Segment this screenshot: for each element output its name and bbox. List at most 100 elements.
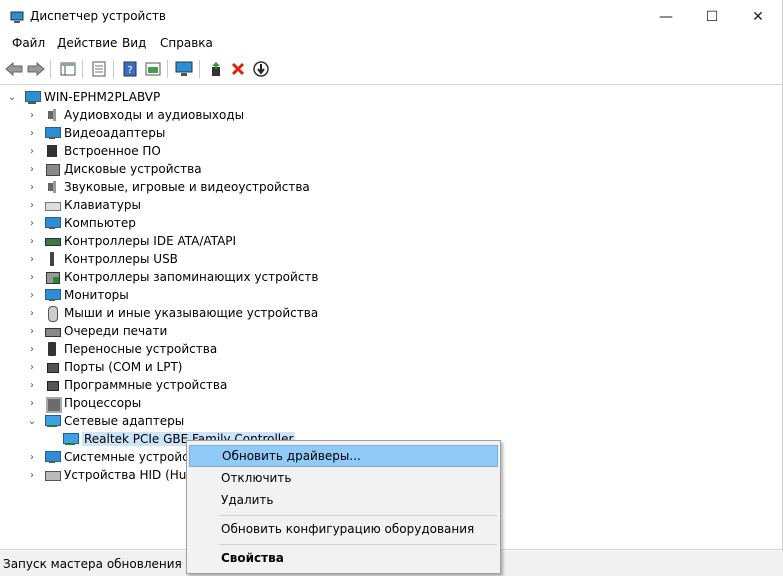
mouse-icon [44, 305, 60, 322]
tree-item-portable-devices[interactable]: › Переносные устройства [26, 340, 217, 358]
update-driver-icon[interactable] [206, 59, 226, 79]
tree-item-label: Процессоры [64, 396, 142, 410]
properties-icon[interactable] [89, 59, 109, 79]
tree-item-audio-io[interactable]: › Аудиовходы и аудиовыходы [26, 106, 244, 124]
tree-item-mice[interactable]: › Мыши и иные указывающие устройства [26, 304, 318, 322]
menu-view[interactable]: Вид [122, 36, 146, 50]
delete-device-menu-item[interactable]: Удалить [189, 489, 498, 511]
speaker-icon [44, 179, 60, 195]
usb-icon [44, 251, 60, 267]
chevron-right-icon[interactable]: › [26, 466, 38, 484]
chevron-right-icon[interactable]: › [26, 340, 38, 358]
tree-item-disk-drives[interactable]: › Дисковые устройства [26, 160, 202, 178]
network-icon [62, 431, 79, 447]
phone-icon [44, 341, 60, 357]
storage-icon [44, 269, 60, 285]
tree-item-label: Мыши и иные указывающие устройства [64, 306, 319, 320]
tree-item-usb-controllers[interactable]: › Контроллеры USB [26, 250, 178, 268]
tree-item-ide-controllers[interactable]: › Контроллеры IDE ATA/ATAPI [26, 232, 236, 250]
cpu-icon [44, 395, 62, 413]
tree-item-label: Устройства HID (Hum [64, 468, 199, 482]
computer-icon [24, 89, 41, 105]
menu-action[interactable]: Действие [57, 36, 117, 50]
toolbar-separator [50, 60, 51, 78]
scan-hardware-menu-item[interactable]: Обновить конфигурацию оборудования [189, 518, 498, 540]
chevron-right-icon[interactable]: › [26, 142, 38, 160]
tree-item-network-adapters[interactable]: ⌄ Сетевые адаптеры [26, 412, 184, 430]
tree-item-storage-controllers[interactable]: › Контроллеры запоминающих устройств [26, 268, 318, 286]
scan-hardware-icon[interactable] [174, 59, 194, 79]
chevron-right-icon[interactable]: › [26, 124, 38, 142]
tree-item-display-adapters[interactable]: › Видеоадаптеры [26, 124, 165, 142]
chevron-right-icon[interactable]: › [26, 106, 38, 124]
minimize-button[interactable]: — [643, 0, 689, 34]
uninstall-device-icon[interactable] [228, 59, 248, 79]
tree-item-hid[interactable]: › Устройства HID (Hum [26, 466, 198, 484]
chevron-right-icon[interactable]: › [26, 178, 38, 196]
chevron-right-icon[interactable]: › [26, 214, 38, 232]
disable-device-menu-item[interactable]: Отключить [189, 467, 498, 489]
menu-help[interactable]: Справка [160, 36, 213, 50]
tree-item-label: Очереди печати [64, 324, 168, 338]
maximize-button[interactable]: ☐ [689, 0, 735, 34]
keyboard-icon [44, 197, 61, 213]
port-icon [44, 359, 60, 375]
tree-item-ports[interactable]: › Порты (COM и LPT) [26, 358, 182, 376]
svg-text:?: ? [127, 65, 132, 76]
update-drivers-menu-item[interactable]: Обновить драйверы... [189, 445, 498, 467]
chevron-down-icon[interactable]: ⌄ [26, 412, 38, 430]
context-menu: Обновить драйверы... Отключить Удалить О… [186, 440, 501, 574]
tree-item-print-queues[interactable]: › Очереди печати [26, 322, 167, 340]
network-icon [44, 413, 61, 429]
tree-root-label: WIN-EPHM2PLABVP [44, 90, 161, 104]
tree-item-label: Компьютер [64, 216, 136, 230]
tree-root[interactable]: ⌄ WIN-EPHM2PLABVP [6, 88, 160, 106]
chevron-down-icon[interactable]: ⌄ [6, 88, 18, 106]
chevron-right-icon[interactable]: › [26, 250, 38, 268]
tree-item-software-devices[interactable]: › Программные устройства [26, 376, 227, 394]
device-manager-app-icon [10, 10, 24, 24]
chevron-right-icon[interactable]: › [26, 286, 38, 304]
properties-menu-item[interactable]: Свойства [189, 547, 498, 569]
chevron-right-icon[interactable]: › [26, 160, 38, 178]
close-button[interactable]: ✕ [735, 0, 781, 34]
chip-icon [44, 143, 60, 159]
chevron-right-icon[interactable]: › [26, 358, 38, 376]
chevron-right-icon[interactable]: › [26, 232, 38, 250]
monitor-icon [44, 215, 61, 231]
show-hide-tree-icon[interactable] [58, 59, 78, 79]
chevron-right-icon[interactable]: › [26, 376, 38, 394]
tree-item-system-devices[interactable]: › Системные устройства [26, 448, 210, 466]
action-view-icon[interactable] [143, 59, 163, 79]
monitor-icon [44, 125, 61, 141]
tree-item-sound-devices[interactable]: › Звуковые, игровые и видеоустройства [26, 178, 310, 196]
forward-arrow-icon[interactable] [26, 59, 46, 79]
tree-item-label: Контроллеры запоминающих устройств [64, 270, 319, 284]
tree-item-monitors[interactable]: › Мониторы [26, 286, 129, 304]
tree-item-firmware[interactable]: › Встроенное ПО [26, 142, 161, 160]
toolbar-separator [82, 60, 83, 78]
card-icon [44, 233, 61, 249]
chevron-right-icon[interactable]: › [26, 196, 38, 214]
port-icon [44, 377, 60, 393]
toolbar: ? [0, 56, 783, 82]
tree-item-label: Клавиатуры [64, 198, 141, 212]
tree-item-processors[interactable]: › Процессоры [26, 394, 142, 413]
disable-device-icon[interactable] [251, 59, 271, 79]
tree-item-computer[interactable]: › Компьютер [26, 214, 136, 232]
tree-item-label: Порты (COM и LPT) [64, 360, 183, 374]
help-icon[interactable]: ? [120, 59, 140, 79]
menu-file[interactable]: Файл [12, 36, 45, 50]
chevron-right-icon[interactable]: › [26, 268, 38, 286]
back-arrow-icon[interactable] [4, 59, 24, 79]
chevron-right-icon[interactable]: › [26, 394, 38, 412]
chevron-right-icon[interactable]: › [26, 304, 38, 322]
menu-separator [219, 544, 497, 545]
chevron-right-icon[interactable]: › [26, 448, 38, 466]
tree-item-keyboards[interactable]: › Клавиатуры [26, 196, 141, 214]
device-manager-window: Диспетчер устройств — ☐ ✕ Файл Действие … [0, 0, 783, 576]
chevron-right-icon[interactable]: › [26, 322, 38, 340]
toolbar-separator [167, 60, 168, 78]
tree-item-label: Контроллеры USB [64, 252, 178, 266]
